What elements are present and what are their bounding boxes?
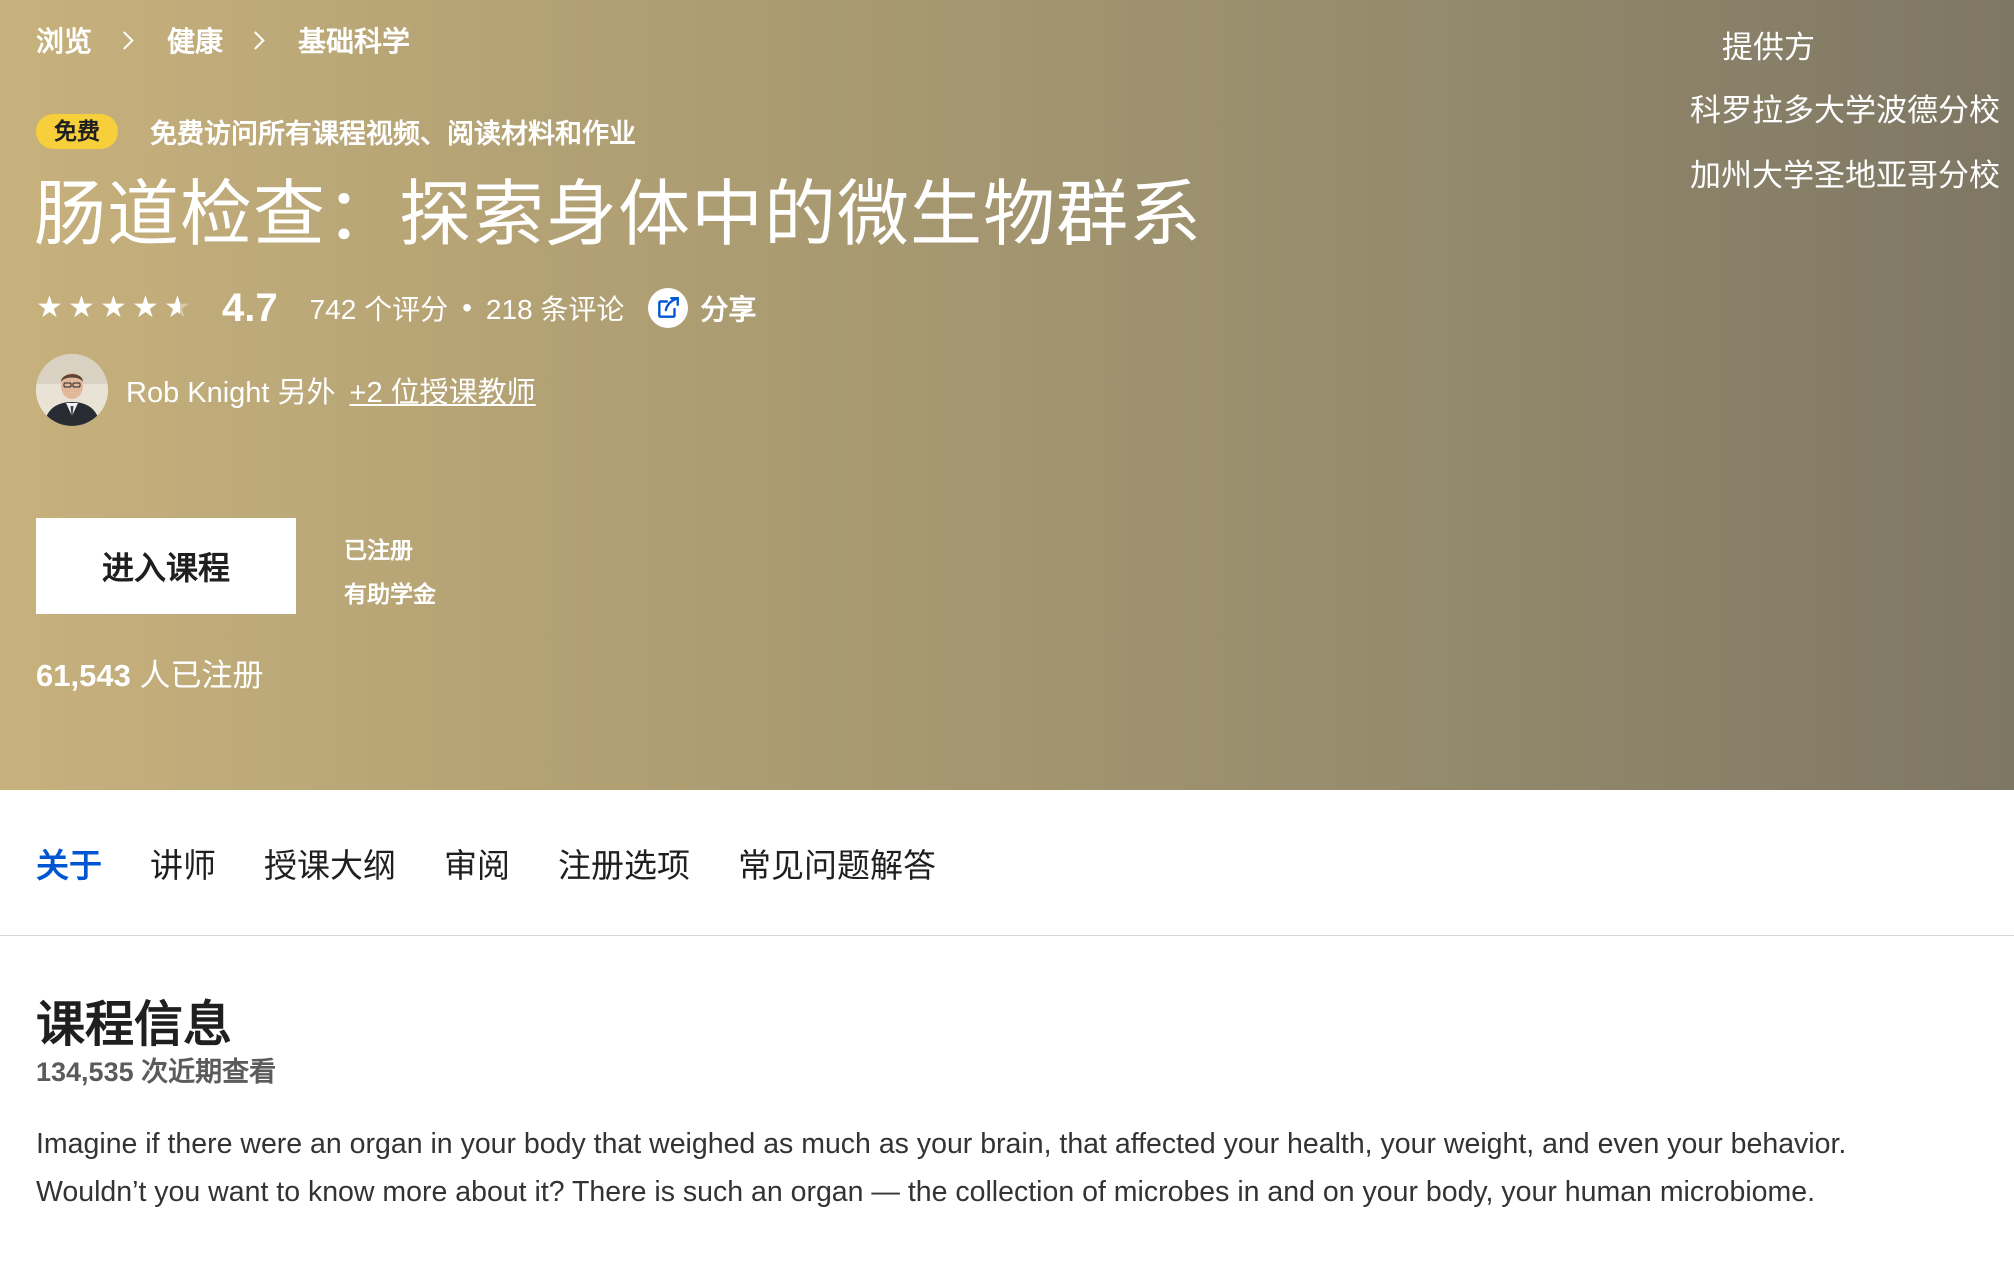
chevron-right-icon (246, 30, 265, 50)
course-description: Imagine if there were an organ in your b… (36, 1128, 1847, 1208)
star-icon: ★ (132, 291, 159, 324)
rating-row: ★ ★ ★ ★ ★ 4.7 742 个评分 • 218 条评论 分享 (36, 283, 756, 333)
go-to-course-button[interactable]: 进入课程 (36, 518, 296, 614)
breadcrumb-health[interactable]: 健康 (167, 20, 223, 60)
tab-about[interactable]: 关于 (36, 839, 102, 887)
financial-aid-link[interactable]: 有助学金 (344, 572, 436, 616)
free-access-text: 免费访问所有课程视频、阅读材料和作业 (150, 119, 636, 149)
enrolled-suffix: 人已注册 (130, 658, 264, 693)
provider-uc-san-diego[interactable]: 加州大学圣地亚哥分校 (1690, 150, 2000, 195)
rating-count: 742 个评分 (309, 294, 449, 325)
course-hero: 浏览 健康 基础科学 免费 免费访问所有课程视频、阅读材料和作业 肠道检查：探索… (0, 0, 2014, 790)
breadcrumb-basic-science[interactable]: 基础科学 (298, 20, 410, 60)
enroll-meta: 已注册 有助学金 (344, 528, 436, 616)
rating-value: 4.7 (222, 285, 278, 330)
enrolled-status: 已注册 (344, 537, 413, 563)
tab-enrollment-options[interactable]: 注册选项 (558, 839, 690, 887)
star-half-icon: ★ (164, 293, 196, 323)
course-tabs: 关于 讲师 授课大纲 审阅 注册选项 常见问题解答 (0, 790, 2014, 936)
enrolled-count: 61,543 人已注册 (36, 650, 263, 695)
free-badge: 免费 (36, 114, 118, 149)
recent-views: 134,535 次近期查看 (36, 1057, 277, 1087)
chevron-right-icon (115, 30, 134, 50)
more-instructors-link[interactable]: +2 位授课教师 (350, 369, 536, 411)
tab-instructors[interactable]: 讲师 (150, 839, 216, 887)
provider-label: 提供方 (1722, 30, 1815, 65)
provider-cu-boulder[interactable]: 科罗拉多大学波德分校 (1690, 85, 2000, 130)
instructor-row: Rob Knight 另外 +2 位授课教师 (36, 354, 536, 426)
review-count-link[interactable]: 218 条评论 (486, 288, 625, 328)
about-heading: 课程信息 (36, 998, 233, 1052)
enrolled-number: 61,543 (36, 658, 131, 693)
tab-reviews[interactable]: 审阅 (444, 839, 510, 887)
instructor-avatar[interactable] (36, 354, 108, 426)
star-rating: ★ ★ ★ ★ ★ (36, 293, 196, 323)
free-access-row: 免费 免费访问所有课程视频、阅读材料和作业 (36, 112, 636, 151)
breadcrumb-browse[interactable]: 浏览 (36, 20, 92, 60)
share-button[interactable]: 分享 (648, 288, 756, 328)
star-icon: ★ (100, 291, 127, 324)
course-title: 肠道检查：探索身体中的微生物群系 (34, 175, 1203, 255)
share-icon (648, 288, 689, 328)
star-icon: ★ (36, 291, 63, 324)
instructor-name[interactable]: Rob Knight 另外 (126, 369, 336, 411)
star-icon: ★ (68, 291, 95, 324)
provider-panel: 提供方 科罗拉多大学波德分校 加州大学圣地亚哥分校 (1690, 22, 2000, 215)
tab-faq[interactable]: 常见问题解答 (738, 839, 936, 887)
breadcrumb: 浏览 健康 基础科学 (36, 20, 410, 60)
separator-dot: • (462, 292, 472, 323)
share-label: 分享 (700, 294, 757, 325)
tab-syllabus[interactable]: 授课大纲 (264, 839, 396, 887)
